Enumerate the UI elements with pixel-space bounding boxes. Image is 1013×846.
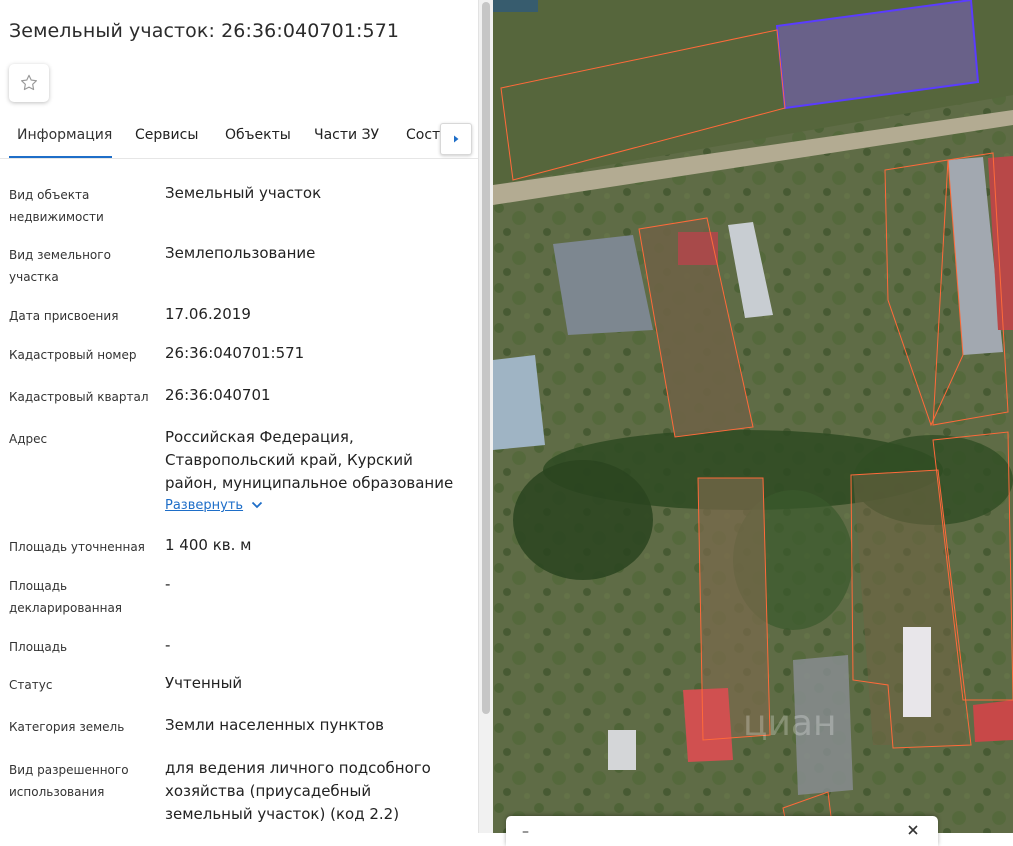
page-title: Земельный участок: 26:36:040701:571 [9,20,400,42]
label-address: Адрес [9,432,48,446]
value-area-declared: - [165,575,171,593]
svg-text:циан: циан [743,703,837,744]
value-status: Учтенный [165,674,243,692]
value-address: Российская Федерация, Ставропольский кра… [165,428,454,492]
label-object-type: Вид объекта недвижимости [9,188,104,224]
map-imagery: циан [493,0,1013,833]
value-cadastral-quarter: 26:36:040701 [165,386,271,404]
value-parcel-kind: Землепользование [165,244,316,262]
value-assign-date: 17.06.2019 [165,305,251,323]
label-area-declared: Площадь декларированная [9,579,123,615]
satellite-map[interactable]: циан [493,0,1013,833]
map-bottom-card[interactable]: – [506,816,938,846]
tab-services[interactable]: Сервисы [135,127,198,143]
tab-parcel-parts[interactable]: Части ЗУ [314,127,379,143]
value-area: - [165,636,171,654]
label-parcel-kind: Вид земельного участка [9,248,111,284]
scrollbar-thumb[interactable] [482,2,490,714]
favorite-button[interactable] [9,64,49,102]
close-icon[interactable] [906,822,920,841]
star-outline-icon [21,74,38,91]
value-land-category: Земли населенных пунктов [165,716,384,734]
value-object-type: Земельный участок [165,184,322,202]
chevron-right-icon [454,135,459,143]
bottom-card-text: – [522,824,529,840]
label-area: Площадь [9,640,68,654]
address-expand-link[interactable]: Развернуть [165,498,263,513]
label-assign-date: Дата присвоения [9,309,119,323]
value-area-specified: 1 400 кв. м [165,536,252,554]
active-tab-indicator [9,156,112,158]
tab-information[interactable]: Информация [17,127,112,143]
label-cadastral-quarter: Кадастровый квартал [9,390,149,404]
label-cadastral-number: Кадастровый номер [9,348,137,362]
value-permitted-use: для ведения личного подсобного хозяйства… [165,759,431,823]
label-permitted-use: Вид разрешенного использования [9,763,129,799]
tab-objects[interactable]: Объекты [225,127,291,143]
expand-label: Развернуть [165,498,244,513]
info-panel: Земельный участок: 26:36:040701:571 Инфо… [0,0,478,833]
label-status: Статус [9,678,53,692]
tabs-next-button[interactable] [440,123,472,155]
label-land-category: Категория земель [9,720,125,734]
chevron-down-icon [251,498,263,513]
label-area-specified: Площадь уточненная [9,540,145,554]
panel-scrollbar[interactable] [478,0,493,833]
value-cadastral-number: 26:36:040701:571 [165,344,305,362]
tab-bar: Информация Сервисы Объекты Части ЗУ Сост… [0,118,478,159]
